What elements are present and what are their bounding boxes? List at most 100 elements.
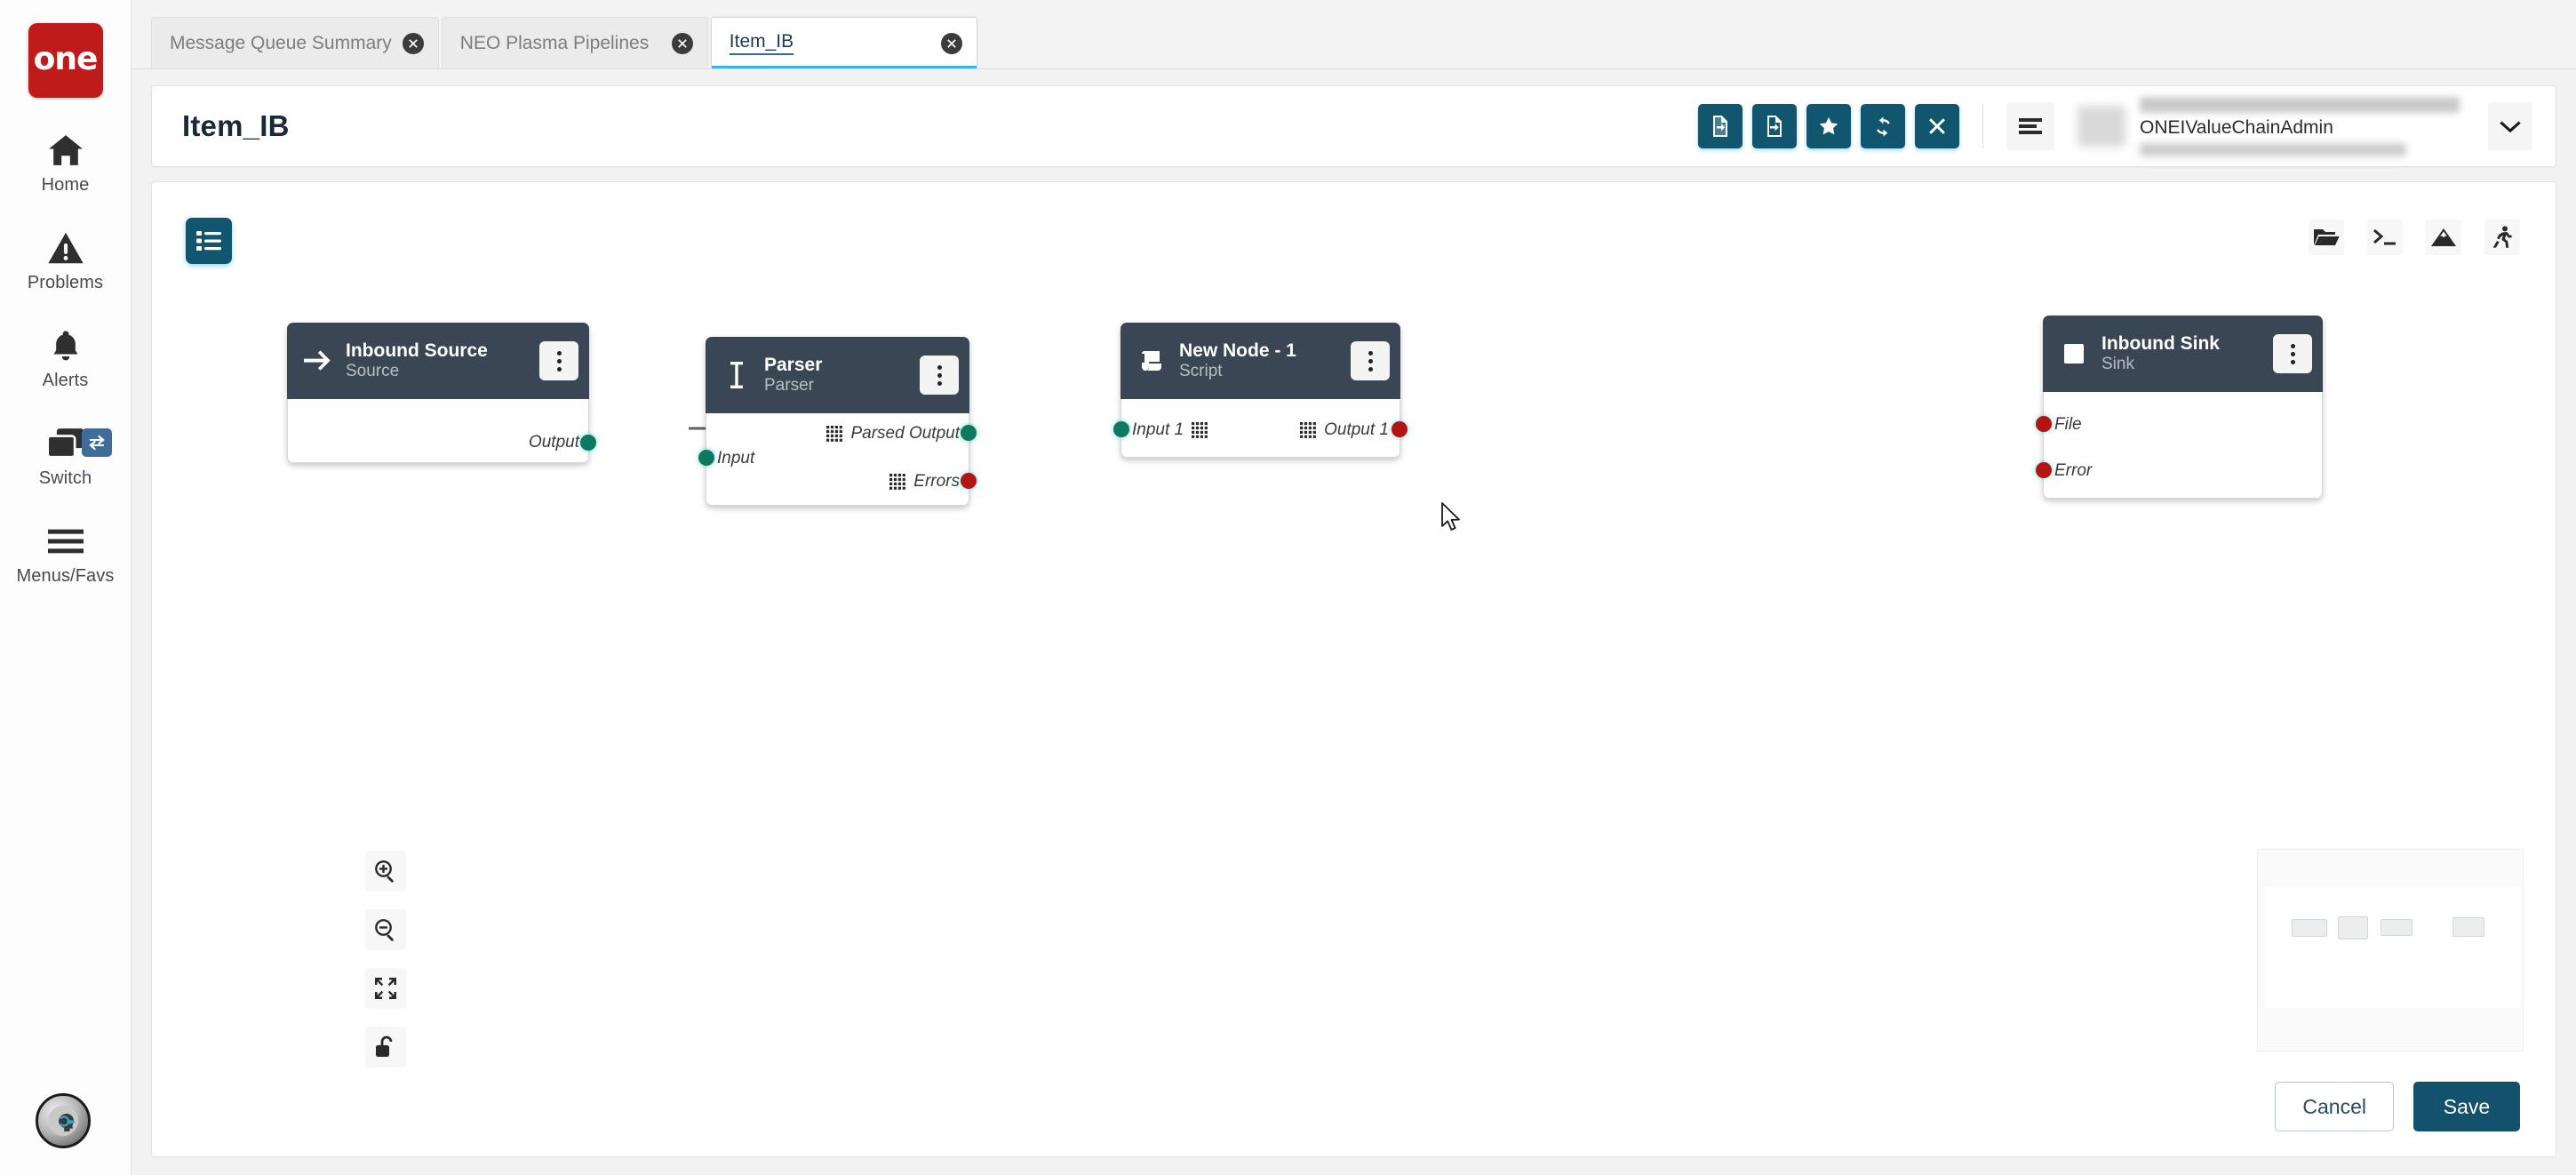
port-label: Output [528,433,579,452]
port-row-input-1[interactable]: Input 1 [1113,415,1208,445]
mountain-icon [2430,227,2457,248]
node-titles: Inbound Sink Sink [2101,333,2261,375]
port-label: Input [717,449,755,468]
port-dot-input-1[interactable] [1113,421,1129,437]
close-circle-icon[interactable] [671,32,693,54]
node-header[interactable]: Inbound Source Source [287,323,589,399]
tab-message-queue-summary[interactable]: Message Queue Summary [151,17,439,68]
zoom-in-button[interactable] [365,851,406,891]
sidebar-item-menus-favs[interactable]: Menus/Favs [0,521,132,587]
avatar [2078,106,2125,147]
minimap-node [2292,919,2327,937]
grid-icon [826,426,843,442]
kebab-menu-icon[interactable] [539,341,578,380]
node-title: New Node - 1 [1179,340,1296,361]
sidebar-item-switch[interactable]: Switch [0,423,132,489]
port-row-file[interactable]: File [2036,410,2082,440]
node-parser[interactable]: Parser Parser Parsed Output Input Errors [698,337,977,506]
user-role-redacted [2140,142,2406,156]
pipeline-canvas[interactable]: Inbound Source Source Output Parser Pars… [151,181,2556,1157]
runner-icon [2492,226,2513,249]
sidebar-item-alerts[interactable]: Alerts [0,325,132,391]
sidebar-item-problems[interactable]: Problems [0,228,132,293]
node-new-node-1[interactable]: New Node - 1 Script Input 1 Output 1 [1113,323,1408,458]
tab-neo-plasma-pipelines[interactable]: NEO Plasma Pipelines [441,17,708,68]
node-title: Inbound Sink [2101,332,2220,354]
port-dot-output-1[interactable] [1392,421,1408,437]
close-circle-icon[interactable] [402,32,424,54]
port-row-error[interactable]: Error [2036,456,2092,486]
close-button[interactable] [1915,104,1959,148]
user-name: ONEIValueChainAdmin [2140,116,2333,138]
tab-item-ib[interactable]: Item_IB [710,17,977,68]
user-menu-toggle[interactable] [2488,102,2532,150]
minimap-node [2452,917,2484,937]
node-header[interactable]: New Node - 1 Script [1121,323,1400,399]
text-cursor-icon [722,362,752,388]
export-file-button[interactable] [1752,104,1797,148]
minimap[interactable] [2257,849,2524,1051]
node-header[interactable]: Parser Parser [706,337,969,413]
cancel-button[interactable]: Cancel [2275,1082,2394,1131]
port-label: Errors [913,472,960,491]
node-subtitle: Script [1179,361,1223,380]
node-titles: New Node - 1 Script [1179,340,1338,382]
minimap-viewport[interactable] [2265,887,2521,1008]
header-divider [1982,104,1983,148]
sidebar-item-home[interactable]: Home [0,130,132,196]
compress-icon [373,976,398,1001]
port-row-output-1[interactable]: Output 1 [1300,415,1408,445]
refresh-button[interactable] [1861,104,1905,148]
fit-to-screen-button[interactable] [365,968,406,1009]
one-logo-text: one [33,40,99,77]
save-to-file-button[interactable] [1698,104,1743,148]
port-dot-error[interactable] [2036,462,2052,478]
node-inbound-source[interactable]: Inbound Source Source Output [287,323,596,463]
sidebar-item-menus-favs-label: Menus/Favs [16,566,115,586]
node-inbound-sink[interactable]: Inbound Sink Sink File Error [2036,316,2323,499]
minimap-node [2338,916,2368,939]
assistant-orb-icon[interactable] [36,1093,91,1148]
zoom-out-button[interactable] [365,909,406,950]
chevron-down-icon [2500,119,2521,133]
close-circle-icon[interactable] [940,32,962,54]
main-column: Message Queue Summary NEO Plasma Pipelin… [132,0,2576,1175]
grid-icon [1300,422,1317,438]
node-ports: Input 1 Output 1 [1113,399,1408,458]
node-list-button[interactable] [186,218,232,264]
swap-arrows-icon[interactable] [81,428,112,457]
port-row-output[interactable]: Output [288,428,596,458]
user-account-zone[interactable]: ONEIValueChainAdmin [2078,96,2532,156]
kebab-menu-icon[interactable] [1351,341,1390,380]
deploy-button[interactable] [2426,220,2461,255]
tab-label: Message Queue Summary [170,32,392,53]
port-dot-parsed-output[interactable] [961,425,977,441]
console-button[interactable] [2367,220,2403,255]
hamburger-icon [47,521,84,562]
list-icon [196,229,221,252]
sidebar-item-home-label: Home [41,175,90,195]
node-subtitle: Sink [2101,354,2134,373]
open-folder-button[interactable] [2309,220,2344,255]
port-dot-output[interactable] [580,435,596,451]
header-menu-button[interactable] [2006,102,2054,150]
run-button[interactable] [2484,220,2520,255]
port-row-parsed-output[interactable]: Parsed Output [826,419,977,449]
port-row-errors[interactable]: Errors [889,467,977,497]
port-dot-input[interactable] [698,450,714,466]
node-titles: Parser Parser [764,355,907,396]
port-dot-file[interactable] [2036,416,2052,432]
save-button[interactable]: Save [2413,1082,2520,1131]
port-dot-errors[interactable] [961,473,977,489]
favorite-button[interactable] [1806,104,1851,148]
one-logo[interactable]: one [28,23,103,98]
windows-stack-icon [45,423,85,464]
page-title: Item_IB [182,109,290,142]
lock-toggle-button[interactable] [365,1027,406,1067]
sidebar-item-problems-label: Problems [27,273,104,292]
node-header[interactable]: Inbound Sink Sink [2043,316,2323,392]
kebab-menu-icon[interactable] [920,356,959,395]
kebab-menu-icon[interactable] [2273,334,2312,373]
port-row-input[interactable]: Input [698,444,755,474]
port-label: Output 1 [1324,420,1389,439]
